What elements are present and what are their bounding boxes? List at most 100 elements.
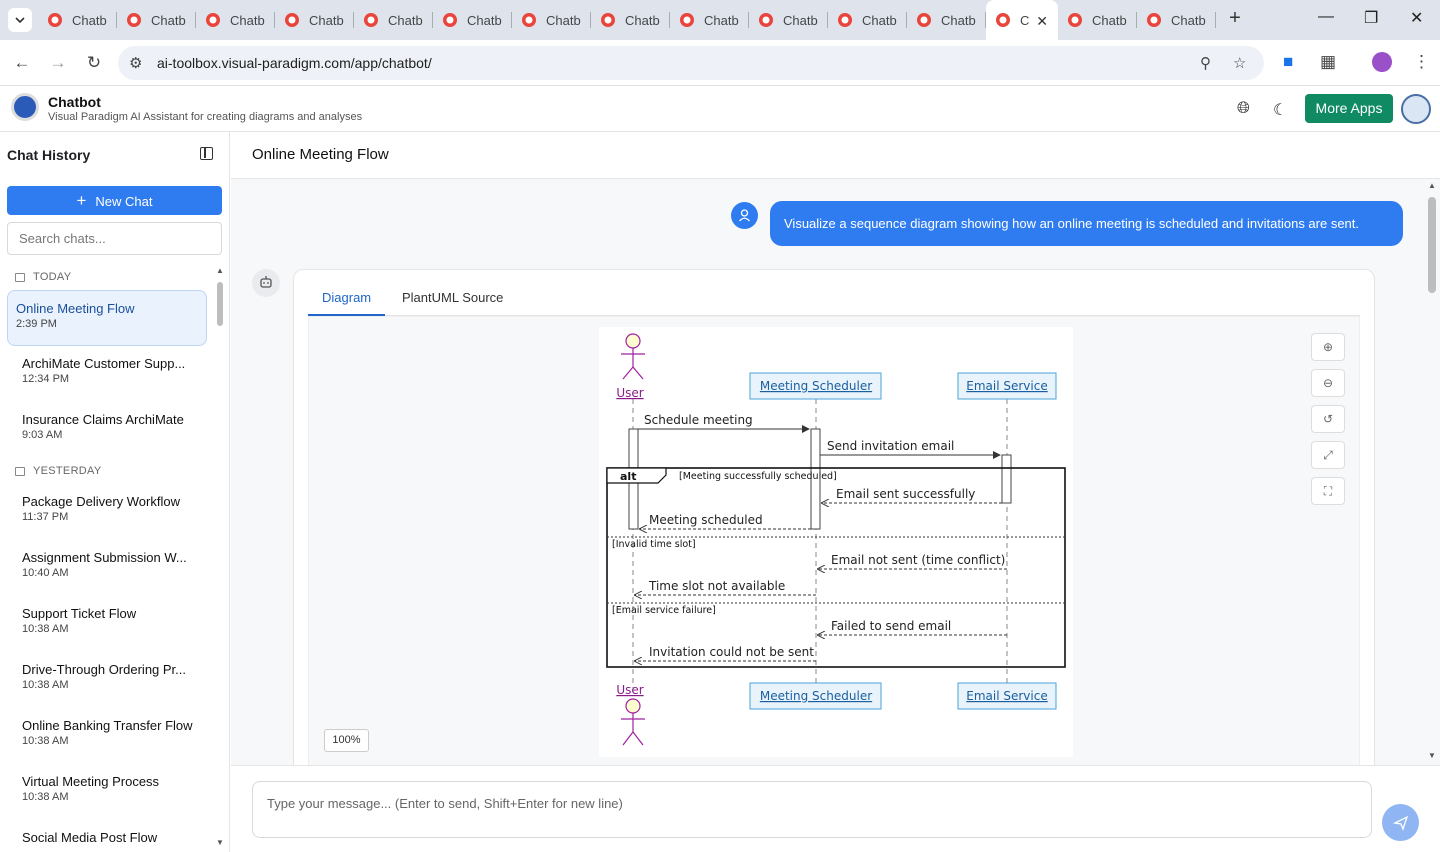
zoom-out-icon[interactable]: ⊖ — [1311, 369, 1345, 397]
sidebar-scrollbar[interactable]: ▲ ▼ — [216, 266, 224, 852]
browser-tab[interactable]: Chatb — [117, 0, 196, 40]
bookmark-star-icon[interactable]: ☆ — [1233, 54, 1246, 72]
sidebar-toggle-icon[interactable] — [200, 147, 213, 160]
chat-item-time: 10:38 AM — [22, 679, 69, 691]
sequence-diagram[interactable]: User Meeting Scheduler Email Service Sch… — [599, 327, 1073, 757]
guard-label: [Email service failure] — [612, 605, 716, 616]
user-message-bubble: Visualize a sequence diagram showing how… — [770, 201, 1403, 246]
favicon-icon — [48, 13, 62, 27]
fragment-operator: alt — [620, 470, 636, 483]
chat-group-text: TODAY — [33, 271, 72, 283]
chat-item-name: Assignment Submission W... — [22, 550, 187, 565]
browser-tab[interactable]: Chatb — [591, 0, 670, 40]
browser-tab[interactable]: C ✕ — [986, 0, 1058, 40]
new-chat-button[interactable]: + New Chat — [7, 186, 222, 215]
close-tab-icon[interactable]: ✕ — [1036, 13, 1048, 30]
chat-history-item[interactable]: Drive-Through Ordering Pr... 10:38 AM — [7, 652, 207, 708]
minimize-icon[interactable]: — — [1318, 8, 1334, 26]
chat-history-item[interactable]: Package Delivery Workflow 11:37 PM — [7, 484, 207, 540]
browser-tab[interactable]: Chatb — [828, 0, 907, 40]
browser-tab[interactable]: Chatb — [433, 0, 512, 40]
close-window-icon[interactable]: ✕ — [1410, 8, 1423, 28]
profile-avatar[interactable] — [1372, 52, 1392, 72]
message-label: Send invitation email — [827, 439, 954, 453]
fit-to-screen-icon[interactable]: ⤢ — [1311, 441, 1345, 469]
extensions-puzzle-icon[interactable]: ▦ — [1320, 52, 1336, 72]
chat-item-name: Virtual Meeting Process — [22, 774, 160, 789]
browser-tab[interactable]: Chatb — [275, 0, 354, 40]
chat-item-name: ArchiMate Customer Supp... — [22, 356, 186, 371]
chat-history-item[interactable]: Assignment Submission W... 10:40 AM — [7, 540, 207, 596]
chat-item-name: Package Delivery Workflow — [22, 494, 180, 509]
chat-history-item[interactable]: ArchiMate Customer Supp... 12:34 PM — [7, 346, 207, 402]
assistant-avatar-icon[interactable] — [1401, 94, 1431, 124]
browser-tab[interactable]: Chatb — [749, 0, 828, 40]
browser-tab[interactable]: Chatb — [512, 0, 591, 40]
language-globe-icon[interactable]: 🌐︎ — [1237, 100, 1250, 118]
chat-history-item[interactable]: Online Banking Transfer Flow 10:38 AM — [7, 708, 207, 764]
activation-email — [1001, 454, 1012, 504]
browser-tab[interactable]: Chatb — [354, 0, 433, 40]
chat-item-time: 11:37 PM — [22, 511, 69, 523]
chat-item-name: Drive-Through Ordering Pr... — [22, 662, 187, 677]
reload-icon[interactable]: ↻ — [84, 53, 104, 73]
zoom-in-icon[interactable]: ⊕ — [1311, 333, 1345, 361]
browser-tab[interactable]: Chatb — [907, 0, 986, 40]
calendar-icon — [15, 272, 25, 282]
browser-menu-icon[interactable]: ⋮ — [1413, 52, 1430, 72]
tab-diagram[interactable]: Diagram — [308, 280, 386, 316]
chat-item-time: 12:34 PM — [22, 373, 70, 385]
tab-label: Chatb — [151, 12, 186, 28]
message-label: Invitation could not be sent — [649, 645, 814, 659]
chat-item-name: Insurance Claims ArchiMate — [22, 412, 184, 427]
browser-tab[interactable]: Chatb — [670, 0, 749, 40]
reset-zoom-icon[interactable]: ↺ — [1311, 405, 1345, 433]
message-input[interactable] — [252, 781, 1372, 838]
chat-item-time: 10:38 AM — [22, 623, 69, 635]
chat-history-item[interactable]: Insurance Claims ArchiMate 9:03 AM — [7, 402, 207, 458]
favicon-icon — [285, 13, 299, 27]
dark-mode-moon-icon[interactable]: ☾ — [1273, 100, 1287, 120]
tab-label: Chatb — [941, 12, 976, 28]
zoom-level: 100% — [324, 729, 369, 752]
browser-tab[interactable]: Chatb — [38, 0, 117, 40]
search-chats-input[interactable] — [7, 222, 222, 255]
favicon-icon — [1068, 13, 1082, 27]
browser-tab[interactable]: Chatb — [196, 0, 275, 40]
plus-icon: + — [76, 191, 87, 210]
message-composer — [231, 765, 1440, 852]
more-apps-button[interactable]: More Apps — [1305, 94, 1393, 123]
browser-toolbar: ← → ↻ ⚙ ai-toolbox.visual-paradigm.com/a… — [0, 40, 1440, 86]
bot-icon — [252, 269, 280, 297]
favicon-icon — [1147, 13, 1161, 27]
back-icon[interactable]: ← — [12, 53, 32, 73]
chat-history-item[interactable]: Social Media Post Flow — [7, 820, 207, 852]
actor-user-bottom — [621, 698, 645, 746]
tab-plantuml-source[interactable]: PlantUML Source — [388, 280, 517, 316]
main-scrollbar[interactable]: ▲ ▼ — [1424, 179, 1440, 765]
chat-history-item[interactable]: Online Meeting Flow 2:39 PM — [7, 290, 207, 346]
new-tab-button[interactable]: + — [1224, 8, 1246, 30]
favicon-icon — [917, 13, 931, 27]
tab-label: Chatb — [1092, 12, 1127, 28]
forward-icon[interactable]: → — [48, 53, 68, 73]
chat-history-item[interactable]: Support Ticket Flow 10:38 AM — [7, 596, 207, 652]
tab-search-button[interactable] — [8, 8, 32, 32]
site-settings-icon[interactable]: ⚙ — [129, 54, 142, 72]
favicon-icon — [127, 13, 141, 27]
address-bar[interactable]: ⚙ ai-toolbox.visual-paradigm.com/app/cha… — [118, 46, 1264, 80]
zoom-icon[interactable]: ⚲ — [1200, 54, 1211, 72]
send-icon — [1392, 815, 1408, 831]
fullscreen-icon[interactable]: ⛶ — [1311, 477, 1345, 505]
message-label: Email sent successfully — [836, 487, 975, 501]
browser-tab[interactable]: Chatb — [1137, 0, 1216, 40]
restore-icon[interactable]: ❐ — [1364, 8, 1378, 28]
chat-group-label: TODAY — [0, 264, 215, 290]
chat-history-item[interactable]: Virtual Meeting Process 10:38 AM — [7, 764, 207, 820]
browser-tab[interactable]: Chatb — [1058, 0, 1137, 40]
tab-label: Chatb — [862, 12, 897, 28]
participant-label-email-service-bottom: Email Service — [966, 689, 1047, 703]
favicon-icon — [838, 13, 852, 27]
send-button[interactable] — [1382, 804, 1419, 841]
extension-icon[interactable]: ■ — [1283, 52, 1293, 72]
